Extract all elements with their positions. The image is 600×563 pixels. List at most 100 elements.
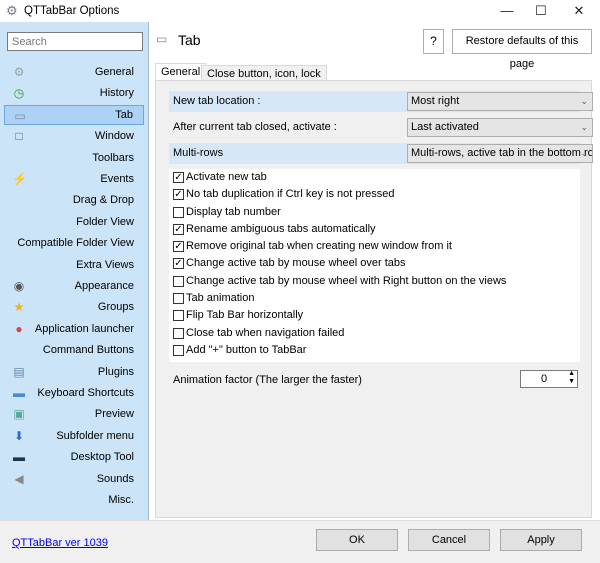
sidebar-item-label: Subfolder menu <box>56 429 134 442</box>
sidebar-item-label: Compatible Folder View <box>17 237 134 250</box>
sidebar-item-label: General <box>94 66 134 78</box>
ok-button[interactable]: OK <box>316 529 398 551</box>
sidebar-item-label: Drag & Drop <box>72 194 134 207</box>
animation-factor-value: 0 <box>541 373 548 385</box>
sidebar-item-label: Groups <box>97 301 134 314</box>
sidebar-item-groups[interactable]: ★ Groups <box>4 297 144 317</box>
spin-down-icon[interactable]: ▼ <box>568 378 575 385</box>
animation-factor-spinner[interactable]: 0 ▲ ▼ <box>520 370 578 388</box>
checkbox[interactable] <box>173 327 184 339</box>
checkbox-item[interactable]: Display tab number <box>169 204 580 221</box>
footer: QTTabBar ver 1039 OK Cancel Apply <box>0 520 600 563</box>
tab-panel: New tab location : Most right ⌄ After curre… <box>155 80 593 518</box>
sidebar-item-keyboard-shortcuts[interactable]: ▬ Keyboard Shortcuts <box>4 383 144 403</box>
checkbox-item[interactable]: ✓ Rename ambiguous tabs automatically <box>169 221 580 238</box>
checkbox-label: Change active tab by mouse wheel over ta… <box>186 257 406 270</box>
checkbox-item[interactable]: ✓ No tab duplication if Ctrl key is not p… <box>169 186 580 203</box>
maximize-button[interactable]: ☐ <box>524 0 558 22</box>
dropdown-value: Most right <box>411 95 460 107</box>
sidebar-item-misc[interactable]: Misc. <box>4 490 144 510</box>
sidebar-item-plugins[interactable]: ▤ Plugins <box>4 362 144 382</box>
checkbox[interactable] <box>173 275 184 287</box>
subfolder-icon: ⬇ <box>13 428 25 443</box>
sidebar-item-general[interactable]: ⚙ General <box>4 62 144 82</box>
setting-row: Multi-rows Multi-rows, active tab in the … <box>169 143 593 164</box>
checkbox[interactable] <box>173 310 184 322</box>
checkbox-item[interactable]: ✓ Remove original tab when creating new w… <box>169 238 580 255</box>
version-link[interactable]: QTTabBar ver 1039 <box>12 537 108 549</box>
checkbox-label: Remove original tab when creating new wi… <box>186 240 452 253</box>
checkbox-label: Change active tab by mouse wheel with Ri… <box>186 274 507 287</box>
checkbox[interactable]: ✓ <box>173 241 184 253</box>
checkbox-label: Close tab when navigation failed <box>186 326 345 339</box>
sidebar-item-command-buttons[interactable]: Command Buttons <box>4 340 144 360</box>
checkbox[interactable] <box>173 293 184 305</box>
minimize-button[interactable]: — <box>490 0 524 22</box>
sidebar-item-tab[interactable]: ▭ Tab <box>4 104 144 125</box>
dropdown-value: Multi-rows, active tab in the bottom row <box>411 147 593 159</box>
launcher-icon: ● <box>15 321 23 336</box>
sidebar-item-label: Desktop Tool <box>70 451 134 464</box>
sidebar-item-toolbars[interactable]: Toolbars <box>4 148 144 168</box>
checkbox-label: Flip Tab Bar horizontally <box>186 309 304 322</box>
checkbox[interactable]: ✓ <box>173 258 184 270</box>
sidebar-item-appearance[interactable]: ◉ Appearance <box>4 276 144 296</box>
speaker-icon: ◀ <box>14 471 24 486</box>
checkbox-item[interactable]: Add "+" button to TabBar <box>169 342 580 359</box>
page-title: Tab <box>178 32 201 48</box>
help-button[interactable]: ? <box>423 29 444 54</box>
checkbox[interactable]: ✓ <box>173 189 184 201</box>
search-input[interactable] <box>7 32 143 51</box>
setting-label: New tab location : <box>173 95 261 107</box>
sidebar-item-folder-view[interactable]: Folder View <box>4 212 144 232</box>
checkbox-item[interactable]: Change active tab by mouse wheel with Ri… <box>169 273 580 290</box>
tab-icon: ▭ <box>156 32 168 46</box>
sidebar-item-preview[interactable]: ▣ Preview <box>4 404 144 424</box>
main-pane: ▭ Tab ? Restore defaults of this page Ge… <box>150 22 600 520</box>
checkbox-item[interactable]: Tab animation <box>169 290 580 307</box>
setting-label: After current tab closed, activate : <box>173 121 337 133</box>
checkbox-label: Display tab number <box>186 205 281 218</box>
checkbox[interactable]: ✓ <box>173 223 184 235</box>
sidebar-item-label: Keyboard Shortcuts <box>37 387 134 399</box>
sidebar-item-label: Tab <box>115 108 133 121</box>
sidebar-item-label: Window <box>94 130 134 143</box>
sidebar-item-extra-views[interactable]: Extra Views <box>4 255 144 275</box>
sidebar-item-window[interactable]: □ Window <box>4 126 144 146</box>
checkbox[interactable] <box>173 206 184 218</box>
checkbox-item[interactable]: ✓ Change active tab by mouse wheel over t… <box>169 255 580 272</box>
cancel-button[interactable]: Cancel <box>408 529 490 551</box>
chevron-down-icon: ⌄ <box>580 122 588 132</box>
lightning-icon: ⚡ <box>12 172 27 186</box>
setting-dropdown[interactable]: Last activated ⌄ <box>407 118 593 137</box>
sidebar-item-sounds[interactable]: ◀ Sounds <box>4 469 144 489</box>
sidebar-item-events[interactable]: ⚡ Events <box>4 169 144 189</box>
setting-row: After current tab closed, activate : Last… <box>169 117 593 138</box>
sidebar-item-desktop-tool[interactable]: ▬ Desktop Tool <box>4 447 144 467</box>
spin-up-icon[interactable]: ▲ <box>568 370 575 377</box>
checkbox-item[interactable]: Flip Tab Bar horizontally <box>169 307 580 324</box>
setting-dropdown[interactable]: Most right ⌄ <box>407 92 593 111</box>
sidebar-item-compatible-folder-view[interactable]: Compatible Folder View <box>4 233 144 253</box>
sidebar-item-history[interactable]: ◷ History <box>4 83 144 103</box>
close-button[interactable]: ✕ <box>562 0 596 22</box>
star-icon: ★ <box>13 300 25 315</box>
window-icon: □ <box>15 129 23 144</box>
sidebar-item-label: Plugins <box>97 365 134 378</box>
checkbox[interactable] <box>173 344 184 356</box>
setting-row: New tab location : Most right ⌄ <box>169 91 593 112</box>
sidebar-item-label: Toolbars <box>92 151 134 164</box>
checkbox-item[interactable]: Close tab when navigation failed <box>169 325 580 342</box>
restore-defaults-button[interactable]: Restore defaults of this page <box>452 29 592 70</box>
sidebar-item-drag-drop[interactable]: Drag & Drop <box>4 190 144 210</box>
checkbox-label: Tab animation <box>186 292 255 305</box>
apply-button[interactable]: Apply <box>500 529 582 551</box>
sidebar-item-label: Appearance <box>74 280 134 292</box>
checkbox-item[interactable]: ✓ Activate new tab <box>169 169 580 186</box>
sidebar-item-application-launcher[interactable]: ● Application launcher <box>4 319 144 339</box>
desktop-icon: ▬ <box>13 450 25 465</box>
sidebar-item-subfolder-menu[interactable]: ⬇ Subfolder menu <box>4 426 144 446</box>
checkbox[interactable]: ✓ <box>173 172 184 183</box>
sidebar-item-label: Extra Views <box>76 258 134 271</box>
setting-dropdown[interactable]: Multi-rows, active tab in the bottom row… <box>407 144 593 163</box>
